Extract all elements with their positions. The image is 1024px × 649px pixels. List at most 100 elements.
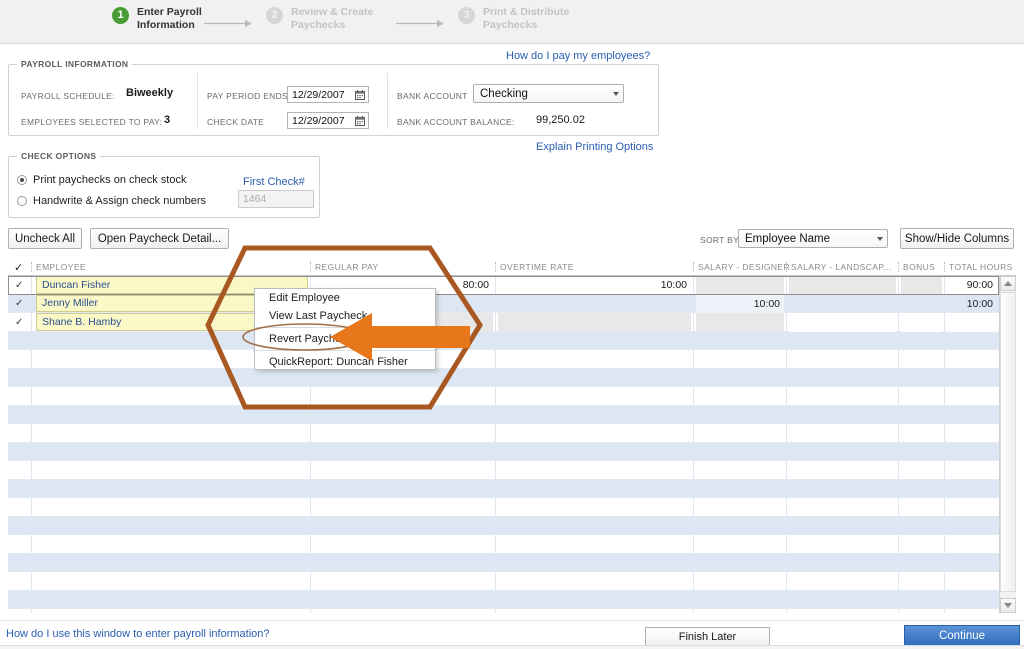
- row-checkbox[interactable]: ✓: [15, 313, 23, 332]
- grid-vline: [786, 276, 787, 613]
- table-row[interactable]: ✓ Duncan Fisher 80:00 10:00 90:00: [8, 276, 999, 295]
- table-row-empty[interactable]: [8, 572, 999, 591]
- cell-salary_landscape[interactable]: [789, 295, 896, 314]
- table-row-empty[interactable]: [8, 424, 999, 443]
- handwrite-checks-radio[interactable]: [17, 196, 27, 206]
- table-row-empty[interactable]: [8, 479, 999, 498]
- column-header-bonus[interactable]: BONUS: [903, 258, 948, 276]
- print-paychecks-radio[interactable]: [17, 175, 27, 185]
- explain-printing-options-link[interactable]: Explain Printing Options: [536, 141, 653, 153]
- step-arrow-2-icon: [396, 19, 444, 28]
- wizard-step-2[interactable]: 2 Review & Create Paychecks: [266, 6, 373, 31]
- wizard-step-1[interactable]: 1 Enter Payroll Information: [112, 6, 202, 31]
- cell-salary_designer[interactable]: [696, 276, 784, 295]
- wizard-step-3[interactable]: 3 Print & Distribute Paychecks: [458, 6, 569, 31]
- cell-salary_designer[interactable]: [696, 313, 784, 332]
- cell-bonus[interactable]: [901, 313, 942, 332]
- cell-total_hours[interactable]: 90:00: [947, 276, 997, 295]
- finish-later-button[interactable]: Finish Later: [645, 627, 770, 646]
- header-divider: [898, 262, 899, 272]
- handwrite-checks-radio-row[interactable]: Handwrite & Assign check numbers: [17, 195, 206, 207]
- bank-account-balance-label: BANK ACCOUNT BALANCE:: [397, 117, 515, 127]
- scroll-up-button[interactable]: [1000, 276, 1016, 291]
- table-row-empty[interactable]: [8, 368, 999, 387]
- calendar-icon[interactable]: [355, 89, 365, 100]
- show-hide-columns-button[interactable]: Show/Hide Columns: [900, 228, 1014, 249]
- employee-payroll-table: ✓ EMPLOYEE REGULAR PAY OVERTIME RATE SAL…: [8, 258, 1016, 613]
- employee-context-menu[interactable]: Edit Employee View Last Paycheck Revert …: [254, 288, 436, 370]
- check-date-input[interactable]: 12/29/2007: [287, 112, 369, 129]
- context-menu-item-revert-paycheck[interactable]: Revert Paycheck: [255, 330, 435, 348]
- table-row-empty[interactable]: [8, 387, 999, 406]
- cell-total_hours[interactable]: 10:00: [947, 295, 997, 314]
- cell-overtime_rate[interactable]: [498, 313, 691, 332]
- context-menu-separator: [255, 327, 435, 328]
- select-all-check-header[interactable]: ✓: [14, 258, 23, 276]
- step-1-number: 1: [112, 7, 129, 24]
- step-arrow-1-icon: [204, 19, 252, 28]
- column-header-salary-designer[interactable]: SALARY - DESIGNER: [698, 258, 798, 276]
- bank-account-select[interactable]: Checking: [473, 84, 624, 103]
- check-date-value: 12/29/2007: [292, 114, 345, 127]
- sort-by-select[interactable]: Employee Name: [738, 229, 888, 248]
- table-row[interactable]: ✓ Jenny Miller 10:00 10:00: [8, 294, 999, 314]
- header-divider: [786, 262, 787, 272]
- table-row-empty[interactable]: [8, 590, 999, 609]
- row-checkbox[interactable]: ✓: [15, 276, 23, 295]
- table-row-empty[interactable]: [8, 535, 999, 554]
- context-menu-item-view-last-paycheck[interactable]: View Last Paycheck: [255, 307, 435, 325]
- sort-by-label: SORT BY: [700, 235, 740, 245]
- table-vertical-scrollbar[interactable]: [999, 276, 1016, 613]
- table-row-empty[interactable]: [8, 461, 999, 480]
- first-check-number-link[interactable]: First Check#: [243, 176, 305, 188]
- column-header-salary-landscape[interactable]: SALARY - LANDSCAP...: [791, 258, 895, 276]
- first-check-number-input[interactable]: 1464: [238, 190, 314, 208]
- cell-salary_landscape[interactable]: [789, 313, 896, 332]
- calendar-icon[interactable]: [355, 115, 365, 126]
- row-checkbox[interactable]: ✓: [15, 295, 23, 314]
- cell-salary_landscape[interactable]: [789, 276, 896, 295]
- scrollbar-thumb[interactable]: [1000, 292, 1016, 592]
- pay-period-ends-input[interactable]: 12/29/2007: [287, 86, 369, 103]
- cell-overtime_rate[interactable]: [498, 295, 691, 314]
- uncheck-all-button[interactable]: Uncheck All: [8, 228, 82, 249]
- table-row-empty[interactable]: [8, 350, 999, 369]
- column-header-employee[interactable]: EMPLOYEE: [36, 258, 286, 276]
- column-header-regular-pay[interactable]: REGULAR PAY: [315, 258, 475, 276]
- employees-selected-value: 3: [164, 114, 171, 126]
- table-row-empty[interactable]: [8, 442, 999, 461]
- open-paycheck-detail-button[interactable]: Open Paycheck Detail...: [90, 228, 229, 249]
- cell-salary_designer[interactable]: 10:00: [696, 294, 784, 313]
- context-menu-item-quickreport[interactable]: QuickReport: Duncan Fisher: [255, 353, 435, 371]
- triangle-up-icon: [1004, 281, 1012, 286]
- pay-employees-help-link[interactable]: How do I pay my employees?: [506, 50, 650, 62]
- show-hide-columns-label: Show/Hide Columns: [904, 232, 1010, 245]
- print-paychecks-radio-row[interactable]: Print paychecks on check stock: [17, 174, 186, 186]
- column-header-overtime-rate[interactable]: OVERTIME RATE: [500, 258, 670, 276]
- cell-bonus[interactable]: [901, 295, 942, 314]
- grid-vline: [495, 276, 496, 613]
- header-divider: [693, 262, 694, 272]
- table-row-empty[interactable]: [8, 516, 999, 535]
- table-row[interactable]: ✓ Shane B. Hamby: [8, 313, 999, 332]
- column-header-total-hours[interactable]: TOTAL HOURS: [949, 258, 1019, 276]
- cell-bonus[interactable]: [901, 276, 942, 295]
- cell-overtime_rate[interactable]: 10:00: [498, 276, 691, 295]
- window-help-link[interactable]: How do I use this window to enter payrol…: [6, 628, 270, 640]
- table-row-empty[interactable]: [8, 553, 999, 572]
- cell-total_hours[interactable]: [947, 313, 997, 332]
- table-row-empty[interactable]: [8, 331, 999, 350]
- table-row-empty[interactable]: [8, 498, 999, 517]
- table-row-empty[interactable]: [8, 405, 999, 424]
- check-date-label: CHECK DATE: [207, 117, 265, 127]
- continue-button[interactable]: Continue: [904, 625, 1020, 647]
- header-divider: [944, 262, 945, 272]
- payroll-information-title: PAYROLL INFORMATION: [17, 59, 133, 69]
- context-menu-item-edit-employee[interactable]: Edit Employee: [255, 289, 435, 307]
- payroll-schedule-label: PAYROLL SCHEDULE:: [21, 91, 115, 101]
- panel-divider-2: [387, 73, 388, 129]
- bank-account-label: BANK ACCOUNT: [397, 91, 468, 101]
- scroll-down-button[interactable]: [1000, 598, 1016, 613]
- step-1-label: Enter Payroll Information: [137, 6, 202, 31]
- grid-vline: [898, 276, 899, 613]
